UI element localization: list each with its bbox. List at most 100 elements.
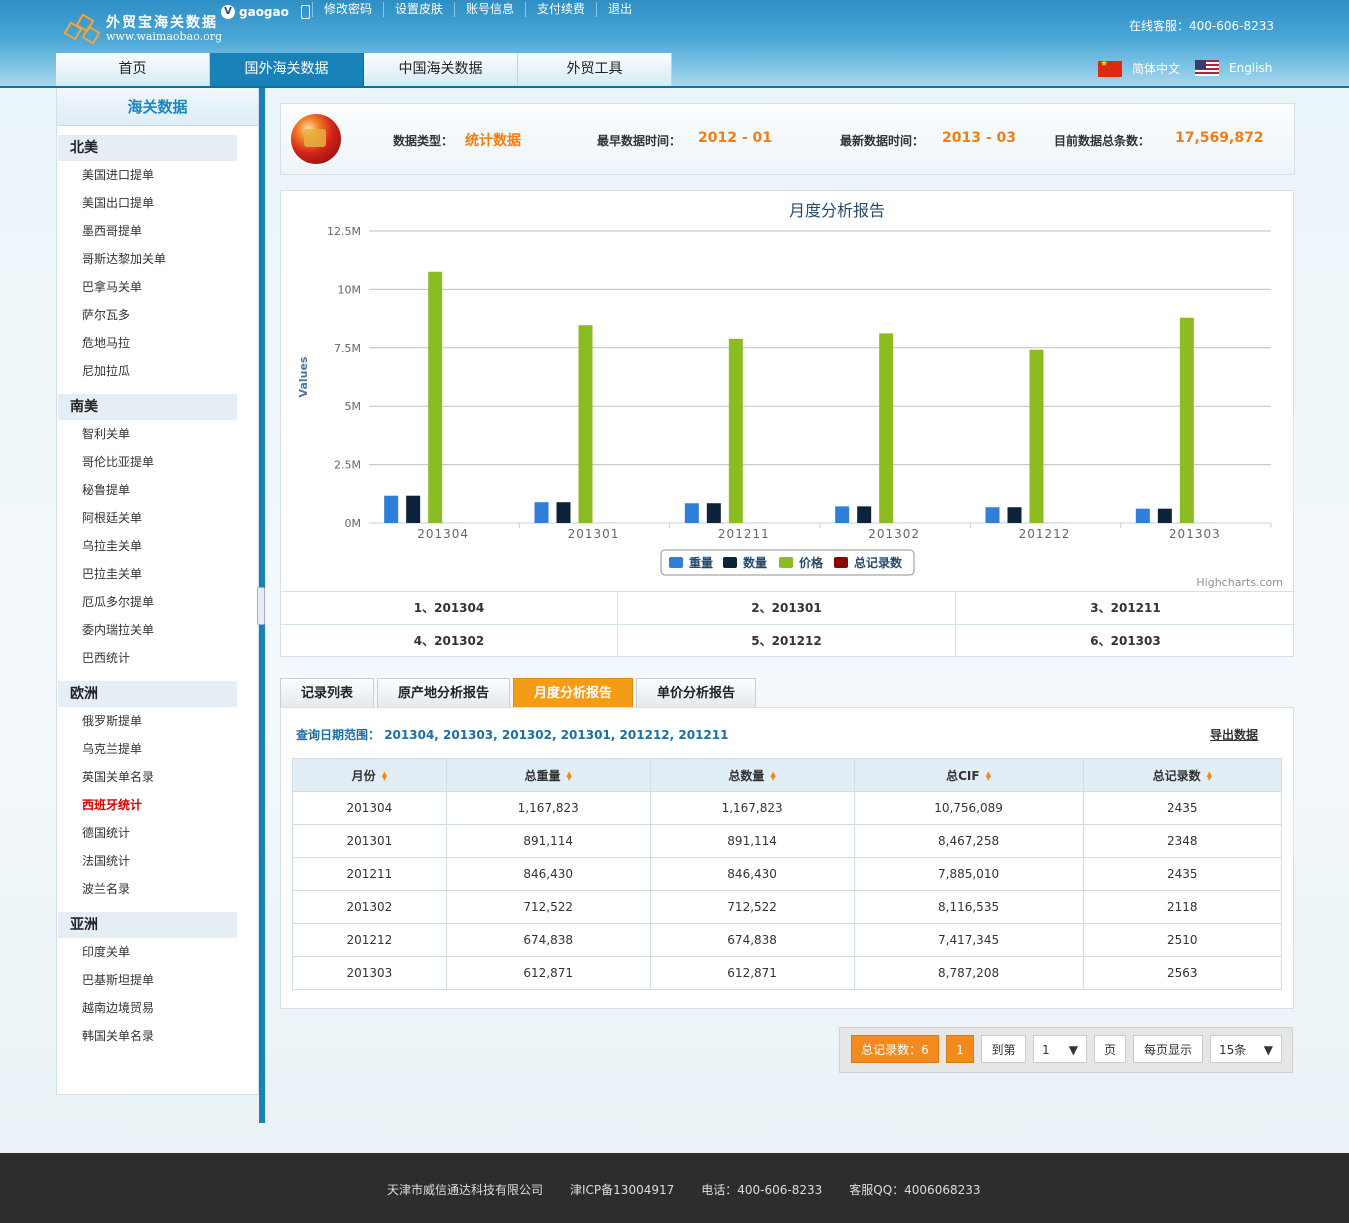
footer: 天津市威信通达科技有限公司 津ICP备13004917 电话：400-606-8… <box>0 1153 1349 1223</box>
dropdown-arrow-icon: ▼ <box>1068 1043 1078 1057</box>
column-header[interactable]: 总重量 ▲ ▼ <box>445 758 651 792</box>
page-unit-button[interactable]: 页 <box>1094 1035 1126 1063</box>
table-row: 201301 891,114 891,114 8,467,258 2348 <box>292 824 1283 858</box>
month-grid: 1、201304 2、201301 3、201211 4、201302 5、20… <box>280 591 1295 658</box>
lang-cn[interactable]: 简体中文 <box>1098 59 1181 77</box>
per-page-select[interactable]: 15条 ▼ <box>1210 1035 1282 1063</box>
sort-icon[interactable]: ▲ ▼ <box>567 771 572 782</box>
tab-record-list[interactable]: 记录列表 <box>280 678 375 708</box>
sidebar-item[interactable]: 波兰名录 <box>57 875 258 903</box>
month-cell[interactable]: 2、201301 <box>618 592 956 625</box>
tab-origin-report[interactable]: 原产地分析报告 <box>377 678 511 708</box>
sidebar-item[interactable]: 英国关单名录 <box>57 763 258 791</box>
table-row: 201303 612,871 612,871 8,787,208 2563 <box>292 956 1283 990</box>
column-header[interactable]: 总数量 ▲ ▼ <box>649 758 855 792</box>
total-records-badge: 总记录数：6 <box>851 1035 939 1063</box>
logout-link[interactable]: 退出 <box>596 2 643 17</box>
sidebar-item[interactable]: 越南边境贸易 <box>57 994 258 1022</box>
top-header: 外贸宝海关数据 www.waimaobao.org V gaogao 修改密码 … <box>0 0 1349 88</box>
nav-foreign-customs[interactable]: 国外海关数据 <box>210 53 364 86</box>
payment-link[interactable]: 支付续费 <box>525 2 596 17</box>
month-cell[interactable]: 4、201302 <box>281 625 618 658</box>
sidebar-item[interactable]: 乌克兰提单 <box>57 735 258 763</box>
sidebar-item[interactable]: 巴拿马关单 <box>57 273 258 301</box>
sidebar-item[interactable]: 美国进口提单 <box>57 161 258 189</box>
sidebar-item[interactable]: 哥斯达黎加关单 <box>57 245 258 273</box>
x-tick-label: 201303 <box>1169 527 1221 541</box>
mobile-icon[interactable] <box>300 5 310 19</box>
sidebar-item[interactable]: 德国统计 <box>57 819 258 847</box>
sidebar-item[interactable]: 法国统计 <box>57 847 258 875</box>
sidebar-item[interactable]: 韩国关单名录 <box>57 1022 258 1050</box>
sidebar-item[interactable]: 智利关单 <box>57 420 258 448</box>
column-header-label: 总数量 <box>728 768 765 783</box>
logo-url: www.waimaobao.org <box>106 30 222 43</box>
table-row: 201304 1,167,823 1,167,823 10,756,089 2435 <box>292 791 1283 825</box>
sidebar-item[interactable]: 哥伦比亚提单 <box>57 448 258 476</box>
sidebar-collapse-handle[interactable] <box>257 587 265 625</box>
sidebar-item[interactable]: 西班牙统计 <box>57 791 258 819</box>
account-info-link[interactable]: 账号信息 <box>454 2 525 17</box>
sidebar-item[interactable]: 危地马拉 <box>57 329 258 357</box>
sidebar-group-title: 欧洲 <box>58 681 237 707</box>
bar-数量 <box>556 502 571 523</box>
tab-monthly-report[interactable]: 月度分析报告 <box>513 678 634 708</box>
lang-cn-label: 简体中文 <box>1132 62 1181 76</box>
sidebar-item[interactable]: 墨西哥提单 <box>57 217 258 245</box>
sidebar-group: 欧洲 俄罗斯提单 乌克兰提单 英国关单名录 西班牙统计 德国统计 法国统计 波兰名录 <box>57 681 258 903</box>
column-header-label: 总CIF <box>946 768 980 783</box>
month-cell[interactable]: 5、201212 <box>618 625 956 658</box>
lang-en[interactable]: English <box>1195 60 1272 76</box>
sidebar-item[interactable]: 厄瓜多尔提单 <box>57 588 258 616</box>
sort-icon[interactable]: ▲ ▼ <box>986 771 991 782</box>
sort-icon[interactable]: ▲ ▼ <box>382 771 387 782</box>
export-data-link[interactable]: 导出数据 <box>1210 726 1258 743</box>
sidebar-item[interactable]: 尼加拉瓜 <box>57 357 258 385</box>
page-select[interactable]: 1 ▼ <box>1033 1035 1087 1063</box>
legend-swatch <box>669 557 683 568</box>
sidebar-item[interactable]: 印度关单 <box>57 938 258 966</box>
month-cell[interactable]: 1、201304 <box>281 592 618 625</box>
table-cell: 846,430 <box>649 857 855 891</box>
change-password-link[interactable]: 修改密码 <box>312 2 383 17</box>
site-logo[interactable]: 外贸宝海关数据 www.waimaobao.org <box>62 8 222 48</box>
y-tick-label: 7.5M <box>334 342 361 355</box>
us-flag-icon <box>1195 60 1219 76</box>
legend-label: 数量 <box>743 555 767 570</box>
footer-icp[interactable]: 津ICP备13004917 <box>570 1181 674 1198</box>
column-header[interactable]: 月份 ▲ ▼ <box>292 758 447 792</box>
sidebar-item[interactable]: 乌拉圭关单 <box>57 532 258 560</box>
skin-settings-link[interactable]: 设置皮肤 <box>383 2 454 17</box>
sidebar-item[interactable]: 巴基斯坦提单 <box>57 966 258 994</box>
column-header[interactable]: 总记录数 ▲ ▼ <box>1082 758 1283 792</box>
table-cell: 7,417,345 <box>853 923 1084 957</box>
sidebar-item[interactable]: 阿根廷关单 <box>57 504 258 532</box>
y-tick-label: 5M <box>345 400 362 413</box>
sidebar-item[interactable]: 美国出口提单 <box>57 189 258 217</box>
nav-trade-tools[interactable]: 外贸工具 <box>518 53 672 86</box>
page-1-button[interactable]: 1 <box>946 1035 974 1063</box>
month-cell[interactable]: 3、201211 <box>956 592 1295 625</box>
nav-china-customs[interactable]: 中国海关数据 <box>364 53 518 86</box>
bar-价格 <box>578 325 593 523</box>
sidebar-item[interactable]: 巴西统计 <box>57 644 258 672</box>
earliest-label: 最早数据时间： <box>597 134 682 148</box>
sort-icon[interactable]: ▲ ▼ <box>1207 771 1212 782</box>
goto-label: 到第 <box>981 1035 1026 1063</box>
sidebar-item[interactable]: 俄罗斯提单 <box>57 707 258 735</box>
sidebar-item[interactable]: 委内瑞拉关单 <box>57 616 258 644</box>
username: gaogao <box>239 5 289 19</box>
sidebar-item[interactable]: 秘鲁提单 <box>57 476 258 504</box>
nav-home[interactable]: 首页 <box>56 53 210 86</box>
table-cell: 846,430 <box>445 857 651 891</box>
month-cell[interactable]: 6、201303 <box>956 625 1295 658</box>
sidebar-item[interactable]: 巴拉圭关单 <box>57 560 258 588</box>
table-cell: 201212 <box>292 923 447 957</box>
column-header[interactable]: 总CIF ▲ ▼ <box>853 758 1084 792</box>
data-type-label: 数据类型： <box>393 134 454 148</box>
sidebar-item[interactable]: 萨尔瓦多 <box>57 301 258 329</box>
x-tick-label: 201211 <box>718 527 770 541</box>
tab-unit-price-report[interactable]: 单价分析报告 <box>636 678 757 708</box>
table-cell: 1,167,823 <box>445 791 651 825</box>
sort-icon[interactable]: ▲ ▼ <box>770 771 775 782</box>
